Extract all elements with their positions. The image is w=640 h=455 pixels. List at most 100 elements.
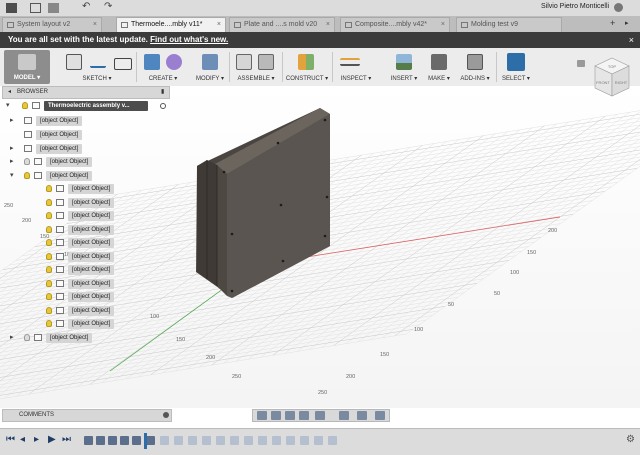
home-view-icon[interactable] xyxy=(577,60,585,67)
timeline-feature-icon[interactable] xyxy=(188,436,197,445)
browser-tree-node[interactable]: [object Object] xyxy=(2,210,172,222)
visibility-bulb-icon[interactable] xyxy=(24,172,30,179)
create-group[interactable]: CREATE ▾ xyxy=(140,48,186,86)
addins-group[interactable]: ADD-INS ▾ xyxy=(458,48,492,86)
visibility-bulb-icon[interactable] xyxy=(46,293,52,300)
pan-icon[interactable] xyxy=(285,411,295,420)
save-icon[interactable] xyxy=(48,3,59,13)
tab-add-icon[interactable]: + xyxy=(610,18,615,28)
expand-arrow-icon[interactable]: ▸ xyxy=(10,115,14,127)
browser-tree-node[interactable]: [object Object] xyxy=(2,197,172,209)
visibility-bulb-icon[interactable] xyxy=(46,253,52,260)
browser-header[interactable]: ◂ BROWSER ▮ xyxy=(2,86,170,99)
timeline-feature-icon[interactable] xyxy=(244,436,253,445)
expand-arrow-icon[interactable]: ▸ xyxy=(10,156,14,168)
step-back-icon[interactable]: ◂ xyxy=(20,434,25,445)
tab-close-icon[interactable]: × xyxy=(326,18,330,32)
visibility-bulb-icon[interactable] xyxy=(46,185,52,192)
play-icon[interactable]: ▸ xyxy=(34,434,39,445)
arc-icon[interactable] xyxy=(90,54,106,68)
browser-tree-node[interactable]: [object Object] xyxy=(2,278,172,290)
browser-tree-node[interactable]: [object Object] xyxy=(2,129,172,141)
timeline-feature-icon[interactable] xyxy=(286,436,295,445)
tab-composite[interactable]: Composite....mbly v42* × xyxy=(340,17,450,32)
scripts-icon[interactable] xyxy=(467,54,483,70)
help-icon[interactable] xyxy=(614,3,623,12)
tab-plate-mold[interactable]: Plate and ....s mold v20 × xyxy=(229,17,335,32)
insert-group[interactable]: INSERT ▾ xyxy=(386,48,422,86)
orbit-icon[interactable] xyxy=(257,411,267,420)
inspect-group[interactable]: INSPECT ▾ xyxy=(334,48,378,86)
timeline-feature-icon[interactable] xyxy=(272,436,281,445)
timeline-feature-icon[interactable] xyxy=(174,436,183,445)
select-cursor-icon[interactable] xyxy=(507,53,525,71)
browser-tree-node[interactable]: [object Object] xyxy=(2,183,172,195)
look-at-icon[interactable] xyxy=(271,411,281,420)
timeline-feature-icon[interactable] xyxy=(216,436,225,445)
tab-system-layout[interactable]: System layout v2 × xyxy=(2,17,102,32)
browser-tree-node[interactable]: ▸ [object Object] xyxy=(2,143,172,155)
activate-radio-icon[interactable] xyxy=(160,103,166,109)
viewports-icon[interactable] xyxy=(375,411,385,420)
timeline-feature-icon[interactable] xyxy=(328,436,337,445)
display-settings-icon[interactable] xyxy=(339,411,349,420)
tab-overflow-icon[interactable]: ▸ xyxy=(625,19,629,27)
visibility-bulb-icon[interactable] xyxy=(46,280,52,287)
visibility-bulb-icon[interactable] xyxy=(46,199,52,206)
visibility-bulb-icon[interactable] xyxy=(46,226,52,233)
tab-molding-test[interactable]: Molding test v9 xyxy=(456,17,562,32)
browser-tree-node[interactable]: [object Object] xyxy=(2,264,172,276)
select-group[interactable]: SELECT ▾ xyxy=(500,48,532,86)
timeline-feature-icon[interactable] xyxy=(146,436,155,445)
joint-icon[interactable] xyxy=(258,54,274,70)
timeline-feature-icon[interactable] xyxy=(160,436,169,445)
tab-thermoelectric[interactable]: Thermoele....mbly v11* × xyxy=(116,17,226,32)
pin-icon[interactable]: ▮ xyxy=(161,87,164,98)
timeline-feature-icon[interactable] xyxy=(258,436,267,445)
press-pull-icon[interactable] xyxy=(202,54,218,70)
browser-tree-node[interactable]: [object Object] xyxy=(2,291,172,303)
timeline-feature-icon[interactable] xyxy=(84,436,93,445)
tab-close-icon[interactable]: × xyxy=(93,18,97,32)
tab-close-icon[interactable]: × xyxy=(441,18,445,32)
user-menu[interactable]: Silvio Pietro Monticelli xyxy=(541,3,609,10)
go-to-end-icon[interactable]: ⏭ xyxy=(62,434,71,445)
whats-new-link[interactable]: Find out what's new. xyxy=(150,35,228,44)
fit-icon[interactable] xyxy=(315,411,325,420)
zoom-icon[interactable] xyxy=(299,411,309,420)
timeline-settings-icon[interactable]: ⚙ xyxy=(626,434,635,445)
view-cube[interactable]: TOP FRONT RIGHT xyxy=(592,56,632,100)
tab-close-icon[interactable]: × xyxy=(217,18,221,32)
timeline-marker[interactable] xyxy=(144,433,147,449)
visibility-bulb-icon[interactable] xyxy=(46,266,52,273)
visibility-bulb-icon[interactable] xyxy=(22,102,28,109)
comments-panel[interactable]: COMMENTS xyxy=(2,409,172,422)
3d-print-icon[interactable] xyxy=(431,54,447,70)
notification-close-icon[interactable]: × xyxy=(629,32,634,48)
sketch-group[interactable]: SKETCH ▾ xyxy=(60,48,134,86)
collapse-arrow-icon[interactable]: ▾ xyxy=(6,100,10,112)
timeline-feature-icon[interactable] xyxy=(300,436,309,445)
insert-image-icon[interactable] xyxy=(396,54,412,70)
browser-tree-node[interactable]: [object Object] xyxy=(2,224,172,236)
browser-tree-node[interactable]: ▸ [object Object] xyxy=(2,115,172,127)
file-icon[interactable] xyxy=(30,3,41,13)
timeline-feature-icon[interactable] xyxy=(132,436,141,445)
grid-settings-icon[interactable] xyxy=(357,411,367,420)
sketch-icon[interactable] xyxy=(66,54,82,70)
offset-plane-icon[interactable] xyxy=(298,54,314,70)
make-group[interactable]: MAKE ▾ xyxy=(424,48,454,86)
timeline-feature-icon[interactable] xyxy=(202,436,211,445)
browser-tree-node[interactable]: ▾ [object Object] xyxy=(2,170,172,182)
browser-tree-node[interactable]: ▸ [object Object] xyxy=(2,156,172,168)
new-component-icon[interactable] xyxy=(236,54,252,70)
expand-arrow-icon[interactable]: ▸ xyxy=(10,143,14,155)
visibility-bulb-icon[interactable] xyxy=(24,334,30,341)
browser-tree-node[interactable]: [object Object] xyxy=(2,251,172,263)
rectangle-icon[interactable] xyxy=(114,58,132,70)
workspace-switcher[interactable]: MODEL ▾ xyxy=(4,50,50,84)
timeline-feature-icon[interactable] xyxy=(120,436,129,445)
timeline-feature-icon[interactable] xyxy=(96,436,105,445)
measure-icon[interactable] xyxy=(340,58,360,66)
browser-tree-node[interactable]: [object Object] xyxy=(2,318,172,330)
